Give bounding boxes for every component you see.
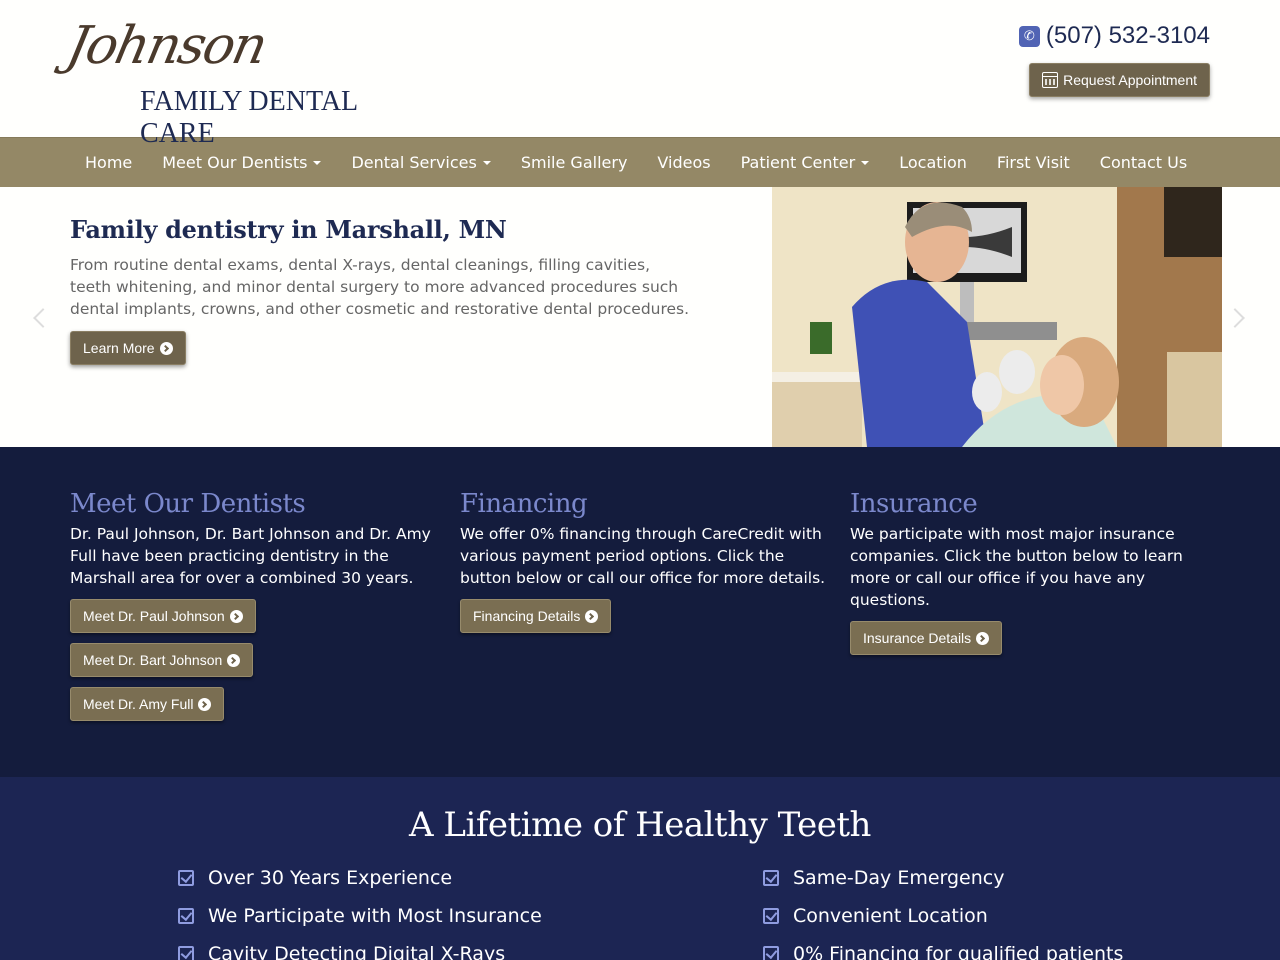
button-label: Meet Dr. Paul Johnson bbox=[83, 608, 225, 624]
nav-location[interactable]: Location bbox=[884, 138, 982, 188]
nav-label: First Visit bbox=[996, 153, 1070, 172]
nav-label: Contact Us bbox=[1099, 153, 1188, 172]
list-item-label: Same-Day Emergency bbox=[793, 867, 1005, 889]
meet-dr-bart-johnson-button[interactable]: Meet Dr. Bart Johnson bbox=[70, 643, 254, 677]
nav-label: Videos bbox=[657, 153, 711, 172]
logo-text: FAMILY DENTAL CARE bbox=[140, 86, 358, 149]
list-item: Cavity Detecting Digital X-Rays bbox=[178, 943, 542, 960]
phone-icon: ✆ bbox=[1018, 25, 1040, 47]
feature-body: Dr. Paul Johnson, Dr. Bart Johnson and D… bbox=[70, 525, 431, 587]
request-appointment-button[interactable]: Request Appointment bbox=[1029, 63, 1210, 97]
feature-financing: Financing We offer 0% financing through … bbox=[460, 489, 830, 643]
site-header: Johnson FAMILY DENTAL CARE ✆ (507) 532-3… bbox=[0, 0, 1280, 149]
chevron-circle-right-icon bbox=[159, 341, 173, 355]
nav-label: Meet Our Dentists bbox=[162, 153, 308, 172]
logo[interactable]: Johnson FAMILY DENTAL CARE bbox=[62, 16, 428, 149]
feature-insurance: Insurance We participate with most major… bbox=[850, 489, 1220, 665]
check-square-icon bbox=[763, 870, 779, 886]
list-item-label: Over 30 Years Experience bbox=[208, 867, 453, 889]
nav-label: Home bbox=[85, 153, 133, 172]
checklist-right: Same-Day Emergency Convenient Location 0… bbox=[763, 867, 1123, 960]
financing-details-button[interactable]: Financing Details bbox=[460, 599, 612, 633]
phone-number[interactable]: ✆ (507) 532-3104 bbox=[1018, 22, 1210, 50]
check-square-icon bbox=[763, 946, 779, 960]
learn-more-label: Learn More bbox=[83, 340, 155, 356]
hero-carousel: Family dentistry in Marshall, MN From ro… bbox=[0, 187, 1280, 447]
feature-body: We participate with most major insurance… bbox=[850, 525, 1183, 609]
list-item-label: Convenient Location bbox=[793, 905, 988, 927]
lifetime-section: A Lifetime of Healthy Teeth Over 30 Year… bbox=[0, 777, 1280, 960]
caret-down-icon bbox=[861, 160, 870, 165]
logo-script: Johnson bbox=[61, 16, 272, 76]
feature-body: We offer 0% financing through CareCredit… bbox=[460, 525, 826, 587]
feature-meet-dentists: Meet Our Dentists Dr. Paul Johnson, Dr. … bbox=[70, 489, 440, 731]
nav-first-visit[interactable]: First Visit bbox=[982, 138, 1085, 188]
check-square-icon bbox=[178, 946, 194, 960]
check-square-icon bbox=[178, 870, 194, 886]
nav-contact-us[interactable]: Contact Us bbox=[1085, 138, 1202, 188]
caret-down-icon bbox=[482, 160, 491, 165]
list-item-label: We Participate with Most Insurance bbox=[208, 905, 542, 927]
button-label: Meet Dr. Amy Full bbox=[83, 696, 194, 712]
hero-image bbox=[772, 187, 1222, 447]
feature-title: Meet Our Dentists bbox=[70, 489, 306, 519]
chevron-circle-right-icon bbox=[976, 631, 990, 645]
phone-text: (507) 532-3104 bbox=[1045, 22, 1210, 49]
check-square-icon bbox=[178, 908, 194, 924]
check-square-icon bbox=[763, 908, 779, 924]
checklist-left: Over 30 Years Experience We Participate … bbox=[178, 867, 542, 960]
list-item: Same-Day Emergency bbox=[763, 867, 1123, 889]
list-item: Convenient Location bbox=[763, 905, 1123, 927]
lifetime-title: A Lifetime of Healthy Teeth bbox=[409, 805, 871, 845]
carousel-next-icon[interactable] bbox=[1225, 308, 1245, 328]
list-item-label: 0% Financing for qualified patients bbox=[793, 943, 1124, 960]
nav-videos[interactable]: Videos bbox=[642, 138, 725, 188]
meet-dr-amy-full-button[interactable]: Meet Dr. Amy Full bbox=[70, 687, 225, 721]
chevron-circle-right-icon bbox=[198, 697, 212, 711]
list-item: We Participate with Most Insurance bbox=[178, 905, 542, 927]
nav-patient-center[interactable]: Patient Center bbox=[726, 138, 885, 188]
nav-label: Patient Center bbox=[740, 153, 856, 172]
button-label: Financing Details bbox=[473, 608, 581, 624]
meet-dr-paul-johnson-button[interactable]: Meet Dr. Paul Johnson bbox=[70, 599, 256, 633]
nav-label: Smile Gallery bbox=[520, 153, 628, 172]
chevron-circle-right-icon bbox=[585, 609, 599, 623]
carousel-prev-icon[interactable] bbox=[33, 308, 53, 328]
list-item: 0% Financing for qualified patients bbox=[763, 943, 1123, 960]
nav-label: Location bbox=[899, 153, 967, 172]
request-appointment-label: Request Appointment bbox=[1063, 72, 1197, 88]
hero-title: Family dentistry in Marshall, MN bbox=[70, 215, 507, 244]
dentist-photo bbox=[772, 187, 1222, 447]
chevron-circle-right-icon bbox=[227, 653, 241, 667]
insurance-details-button[interactable]: Insurance Details bbox=[850, 621, 1003, 655]
feature-title: Financing bbox=[460, 489, 588, 519]
learn-more-button[interactable]: Learn More bbox=[70, 331, 186, 365]
hero-text: Family dentistry in Marshall, MN From ro… bbox=[70, 215, 690, 320]
nav-smile-gallery[interactable]: Smile Gallery bbox=[506, 138, 643, 188]
feature-title: Insurance bbox=[850, 489, 978, 519]
button-label: Insurance Details bbox=[863, 630, 972, 646]
nav-label: Dental Services bbox=[351, 153, 477, 172]
button-label: Meet Dr. Bart Johnson bbox=[83, 652, 223, 668]
list-item-label: Cavity Detecting Digital X-Rays bbox=[208, 943, 506, 960]
caret-down-icon bbox=[313, 160, 322, 165]
hero-body: From routine dental exams, dental X-rays… bbox=[70, 256, 690, 318]
nav-home[interactable]: Home bbox=[70, 138, 147, 188]
features-section: Meet Our Dentists Dr. Paul Johnson, Dr. … bbox=[0, 447, 1280, 777]
list-item: Over 30 Years Experience bbox=[178, 867, 542, 889]
calendar-icon bbox=[1042, 72, 1059, 88]
chevron-circle-right-icon bbox=[229, 609, 243, 623]
